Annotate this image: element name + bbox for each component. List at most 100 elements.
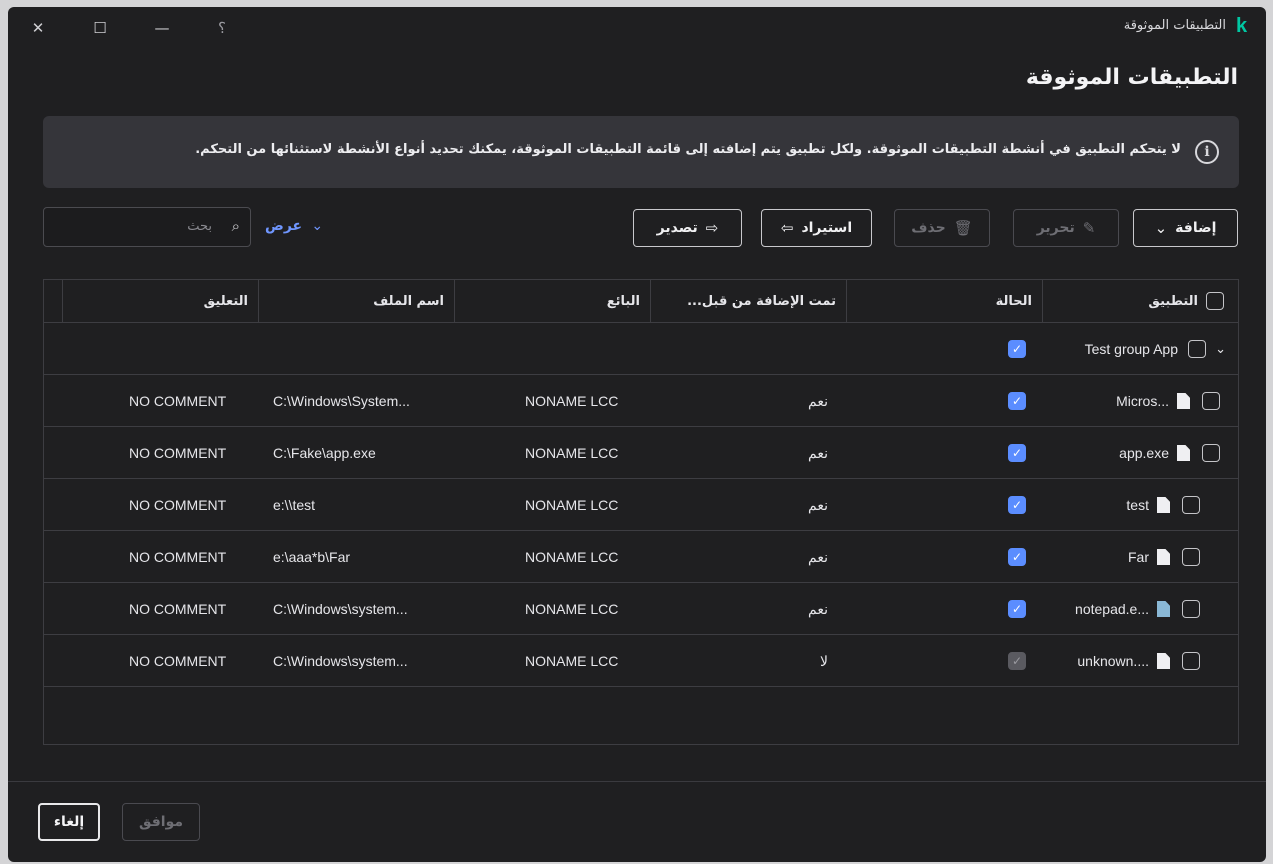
add-button[interactable]: إضافة ⌄ xyxy=(1133,209,1238,247)
table-row[interactable]: app.exe ✓ نعم NONAME LCC C:\Fake\app.exe NO C… xyxy=(44,427,1238,479)
file-icon xyxy=(1157,549,1170,565)
group-select-checkbox[interactable] xyxy=(1188,340,1206,358)
vendor-value: NONAME LCC xyxy=(525,445,619,461)
header-status[interactable]: الحالة xyxy=(846,280,1042,323)
row-select-checkbox[interactable] xyxy=(1182,496,1200,514)
window-title: التطبيقات الموثوقة xyxy=(1123,18,1226,33)
export-button[interactable]: ⇨ تصدير xyxy=(633,209,742,247)
close-icon[interactable]: ✕ xyxy=(26,17,50,39)
table-header: التطبيق الحالة تمت الإضافة من قبل... الب… xyxy=(44,280,1238,323)
header-comment[interactable]: التعليق xyxy=(62,280,258,323)
row-select-checkbox[interactable] xyxy=(1202,444,1220,462)
header-resize-handle[interactable] xyxy=(44,280,62,323)
added-by-value: نعم xyxy=(808,601,828,617)
header-app-label: التطبيق xyxy=(1148,294,1198,309)
ok-button[interactable]: موافق xyxy=(122,803,200,841)
added-by-value: نعم xyxy=(808,445,828,461)
search-placeholder: بحث xyxy=(187,219,212,234)
import-icon: ⇦ xyxy=(780,219,794,237)
kaspersky-logo-icon: k xyxy=(1236,15,1248,37)
help-icon[interactable]: ؟ xyxy=(210,17,234,39)
edit-button[interactable]: ✎ تحرير xyxy=(1013,209,1119,247)
vendor-value: NONAME LCC xyxy=(525,549,619,565)
table-row[interactable]: test ✓ نعم NONAME LCC e:\\test NO COMMENT xyxy=(44,479,1238,531)
group-row[interactable]: ⌄ Test group App ✓ xyxy=(44,323,1238,375)
row-select-checkbox[interactable] xyxy=(1202,392,1220,410)
import-button[interactable]: استيراد ⇦ xyxy=(761,209,872,247)
comment-value: NO COMMENT xyxy=(129,445,227,461)
info-banner: i لا يتحكم التطبيق في أنشطة التطبيقات ال… xyxy=(43,116,1239,188)
header-app[interactable]: التطبيق xyxy=(1042,280,1238,323)
app-name: notepad.e... xyxy=(1075,601,1149,617)
status-checkbox[interactable]: ✓ xyxy=(1008,392,1026,410)
chevron-down-icon: ⌄ xyxy=(306,218,324,234)
info-text: لا يتحكم التطبيق في أنشطة التطبيقات المو… xyxy=(195,142,1181,157)
filename-value: e:\\test xyxy=(273,497,316,513)
comment-value: NO COMMENT xyxy=(129,549,227,565)
row-select-checkbox[interactable] xyxy=(1182,548,1200,566)
row-select-checkbox[interactable] xyxy=(1182,652,1200,670)
file-icon xyxy=(1157,653,1170,669)
vendor-value: NONAME LCC xyxy=(525,497,619,513)
delete-button[interactable]: 🗑 حذف xyxy=(894,209,990,247)
search-input[interactable]: ⌕ بحث xyxy=(43,207,251,247)
status-checkbox[interactable]: ✓ xyxy=(1008,444,1026,462)
export-label: تصدير xyxy=(656,220,698,236)
status-checkbox[interactable]: ✓ xyxy=(1008,496,1026,514)
trash-icon: 🗑 xyxy=(953,219,973,237)
filename-value: e:\aaa*b\Far xyxy=(273,549,351,565)
delete-label: حذف xyxy=(911,220,946,236)
view-dropdown[interactable]: ⌄ عرض xyxy=(265,218,323,234)
notepad-icon xyxy=(1157,601,1170,617)
info-icon: i xyxy=(1195,140,1219,164)
group-enabled-checkbox[interactable]: ✓ xyxy=(1008,340,1026,358)
trusted-apps-window: ✕ ☐ — ؟ التطبيقات الموثوقة k التطبيقات ا… xyxy=(8,7,1266,862)
cancel-button[interactable]: إلغاء xyxy=(38,803,100,841)
status-checkbox[interactable]: ✓ xyxy=(1008,548,1026,566)
export-icon: ⇨ xyxy=(705,219,719,237)
status-checkbox[interactable]: ✓ xyxy=(1008,600,1026,618)
page-title: التطبيقات الموثوقة xyxy=(1025,65,1238,90)
comment-value: NO COMMENT xyxy=(129,601,227,617)
added-by-value: نعم xyxy=(808,549,828,565)
select-all-checkbox[interactable] xyxy=(1206,292,1224,310)
app-name: test xyxy=(1126,497,1149,513)
maximize-icon[interactable]: ☐ xyxy=(88,17,112,39)
table-row[interactable]: unknown.... ✓ لا NONAME LCC C:\Windows\syste… xyxy=(44,635,1238,687)
comment-value: NO COMMENT xyxy=(129,653,227,669)
table-row[interactable]: Micros... ✓ نعم NONAME LCC C:\Windows\System… xyxy=(44,375,1238,427)
app-name: Micros... xyxy=(1116,393,1169,409)
add-label: إضافة xyxy=(1175,220,1217,236)
group-label: Test group App xyxy=(1084,341,1178,357)
added-by-value: نعم xyxy=(808,393,828,409)
app-name: app.exe xyxy=(1119,445,1169,461)
pencil-icon: ✎ xyxy=(1082,219,1096,237)
title-bar: ✕ ☐ — ؟ التطبيقات الموثوقة k xyxy=(8,7,1266,49)
vendor-value: NONAME LCC xyxy=(525,653,619,669)
comment-value: NO COMMENT xyxy=(129,497,227,513)
added-by-value: لا xyxy=(820,653,828,669)
chevron-down-icon[interactable]: ⌄ xyxy=(1215,323,1226,375)
table-row[interactable]: Far ✓ نعم NONAME LCC e:\aaa*b\Far NO COMMENT xyxy=(44,531,1238,583)
search-icon: ⌕ xyxy=(231,217,240,235)
table-row[interactable]: notepad.e... ✓ نعم NONAME LCC C:\Windows\sys… xyxy=(44,583,1238,635)
filename-value: C:\Windows\System... xyxy=(273,393,410,409)
trusted-apps-table: التطبيق الحالة تمت الإضافة من قبل... الب… xyxy=(43,279,1239,745)
chevron-down-icon: ⌄ xyxy=(1154,219,1168,237)
header-added-by[interactable]: تمت الإضافة من قبل... xyxy=(650,280,846,323)
filename-value: C:\Fake\app.exe xyxy=(273,445,376,461)
file-icon xyxy=(1177,393,1190,409)
status-checkbox[interactable]: ✓ xyxy=(1008,652,1026,670)
minimize-icon[interactable]: — xyxy=(150,17,174,39)
filename-value: C:\Windows\system... xyxy=(273,601,408,617)
vendor-value: NONAME LCC xyxy=(525,393,619,409)
file-icon xyxy=(1177,445,1190,461)
row-select-checkbox[interactable] xyxy=(1182,600,1200,618)
vendor-value: NONAME LCC xyxy=(525,601,619,617)
header-vendor[interactable]: البائع xyxy=(454,280,650,323)
app-name: unknown.... xyxy=(1077,653,1149,669)
import-label: استيراد xyxy=(801,220,853,236)
added-by-value: نعم xyxy=(808,497,828,513)
file-icon xyxy=(1157,497,1170,513)
header-filename[interactable]: اسم الملف xyxy=(258,280,454,323)
